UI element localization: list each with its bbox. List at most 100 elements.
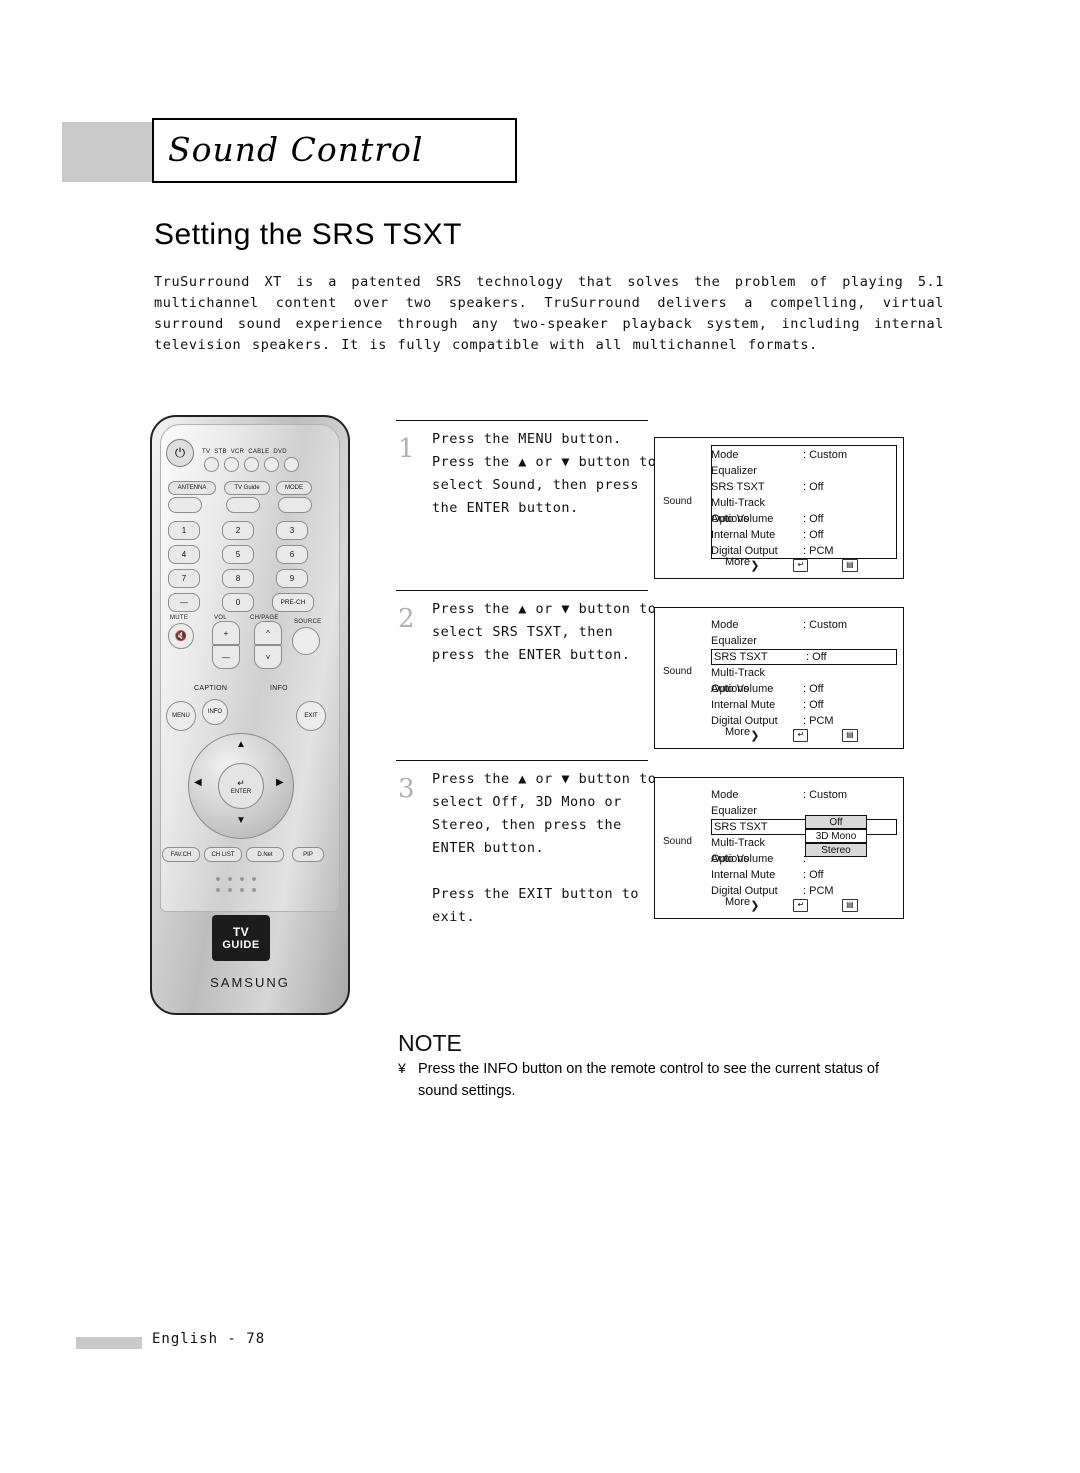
osd-2-value-srstsxt: : Off: [806, 651, 827, 663]
osd-2-value-equalizer: [803, 633, 893, 649]
intro-paragraph: TruSurround XT is a patented SRS technol…: [154, 274, 944, 353]
device-button-labels: TV STB VCR CABLE DVD: [202, 449, 287, 455]
key-4: 4: [168, 545, 200, 564]
fav-ch-button: FAV.CH: [162, 847, 200, 862]
note-bullet-icon: ¥: [398, 1060, 406, 1076]
osd-2-label-internalmute: Internal Mute: [711, 699, 776, 711]
key-pre-ch: PRE-CH: [272, 593, 314, 612]
osd-1-selection-frame: [711, 445, 897, 559]
key-5: 5: [222, 545, 254, 564]
menu-button: MENU: [166, 701, 196, 731]
osd-2-value-multitrack: [803, 665, 893, 681]
step-3-text: Press the ▲ or ▼ button to select Off, 3…: [432, 771, 657, 925]
key-3: 3: [276, 521, 308, 540]
antenna-label-button: ANTENNA: [168, 481, 216, 495]
page-title: Setting the SRS TSXT: [154, 218, 462, 251]
osd-3-row-srstsxt[interactable]: SRS TSXT: [711, 819, 897, 835]
step-2-number: 2: [398, 604, 415, 634]
osd-3-row-mode: Mode : Custom: [711, 787, 897, 803]
dpad-left-icon: ◀: [194, 777, 202, 788]
step-2-divider: [396, 590, 648, 591]
osd-3-side-label: Sound: [663, 836, 692, 847]
osd-3-option-off[interactable]: Off: [805, 815, 867, 829]
mute-label: MUTE: [170, 615, 189, 621]
info-button: INFO: [202, 699, 228, 725]
key-0: 0: [222, 593, 254, 612]
osd-screen-2: Sound Mode: Custom Equalizer SRS TSXT: O…: [654, 607, 904, 749]
osd-2-label-autovolume: Auto Volume: [711, 683, 774, 695]
osd-3-row-multitrack: Multi-Track Options: [711, 835, 897, 865]
device-button-stb: [224, 457, 239, 472]
step-3-divider: [396, 760, 648, 761]
osd-2-list: Mode: Custom Equalizer SRS TSXT: Off Mul…: [711, 617, 897, 729]
osd-3-row-internalmute: Internal Mute : Off: [711, 867, 897, 883]
key-1: 1: [168, 521, 200, 540]
osd-2-footer: ❯ ↵ ▤: [711, 729, 897, 742]
power-button: ⏻: [166, 439, 194, 467]
osd-3-option-3d-mono[interactable]: 3D Mono: [805, 829, 867, 843]
step-1-divider: [396, 420, 648, 421]
tv-guide-logo: TV GUIDE: [212, 915, 270, 961]
device-button-vcr: [244, 457, 259, 472]
osd-3-label-mode: Mode: [711, 789, 739, 801]
osd-2-enter-icon: ↵: [793, 729, 809, 742]
osd-1-return-icon: ▤: [842, 559, 858, 572]
speaker-grille: [216, 877, 268, 897]
remote-control-illustration: ⏻ TV STB VCR CABLE DVD ANTENNA TV Guide …: [150, 415, 365, 1020]
mute-button: 🔇: [168, 623, 194, 649]
osd-3-label-autovolume: Auto Volume: [711, 853, 774, 865]
osd-3-footer: ❯ ↵ ▤: [711, 899, 897, 912]
osd-3-value-mode: : Custom: [803, 789, 848, 801]
osd-screen-3: Sound Mode : Custom Equalizer SRS TSXT Mu…: [654, 777, 904, 919]
key-dash: —: [168, 593, 200, 612]
page-header-title: Sound Control: [168, 130, 424, 169]
osd-3-row-equalizer: Equalizer: [711, 803, 897, 819]
tv-guide-logo-sub: GUIDE: [222, 939, 260, 951]
osd-3-enter-icon: ↵: [793, 899, 809, 912]
step-2-text: Press the ▲ or ▼ button to select SRS TS…: [432, 601, 657, 663]
osd-3-label-internalmute: Internal Mute: [711, 869, 776, 881]
osd-2-value-digitaloutput: : PCM: [803, 715, 834, 727]
osd-2-side-label: Sound: [663, 666, 692, 677]
key-7: 7: [168, 569, 200, 588]
dpad-down-icon: ▼: [236, 815, 246, 826]
key-8: 8: [222, 569, 254, 588]
channel-down-button: ˅: [254, 645, 282, 669]
note-title: NOTE: [398, 1030, 462, 1056]
osd-3-move-icon: ❯: [750, 900, 760, 912]
osd-3-return-icon: ▤: [842, 899, 858, 912]
osd-1-footer: ❯ ↵ ▤: [711, 559, 897, 572]
source-label: SOURCE: [294, 619, 322, 625]
channel-up-button: ^: [254, 621, 282, 645]
osd-2-row-srstsxt[interactable]: SRS TSXT: Off: [711, 649, 897, 665]
key-2: 2: [222, 521, 254, 540]
volume-up-button: +: [212, 621, 240, 645]
osd-2-label-mode: Mode: [711, 619, 739, 631]
brand-label: SAMSUNG: [210, 975, 290, 990]
osd-2-label-multitrack: Multi-Track Options: [711, 667, 765, 695]
exit-button: EXIT: [296, 701, 326, 731]
footer-accent-band: [76, 1337, 142, 1349]
osd-3-value-digitaloutput: : PCM: [803, 885, 834, 897]
note-text: Press the INFO button on the remote cont…: [418, 1061, 880, 1099]
osd-2-move-icon: ❯: [750, 730, 760, 742]
osd-3-list: Mode : Custom Equalizer SRS TSXT Multi-Tr…: [711, 787, 897, 899]
osd-2-row-internalmute: Internal Mute : Off: [711, 697, 897, 713]
osd-2-row-mode: Mode: Custom: [711, 617, 897, 633]
osd-2-value-autovolume: : Off: [803, 683, 824, 695]
enter-button: ↵ ENTER: [218, 763, 264, 809]
osd-2-row-multitrack: Multi-Track Options: [711, 665, 897, 695]
step-3-number: 3: [398, 774, 415, 804]
pip-button: PIP: [292, 847, 324, 862]
osd-3-value-internalmute: : Off: [803, 869, 824, 881]
tvguide-label-button: TV Guide: [224, 481, 270, 495]
osd-2-value-internalmute: : Off: [803, 699, 824, 711]
osd-3-row-autovolume: Auto Volume:: [711, 851, 897, 867]
tv-guide-logo-main: TV: [232, 925, 250, 939]
mode-button: [278, 497, 312, 513]
osd-1-enter-icon: ↵: [793, 559, 809, 572]
volume-down-button: —: [212, 645, 240, 669]
osd-2-row-equalizer: Equalizer: [711, 633, 897, 649]
osd-3-label-multitrack: Multi-Track Options: [711, 837, 765, 865]
osd-3-option-stereo[interactable]: Stereo: [805, 843, 867, 857]
